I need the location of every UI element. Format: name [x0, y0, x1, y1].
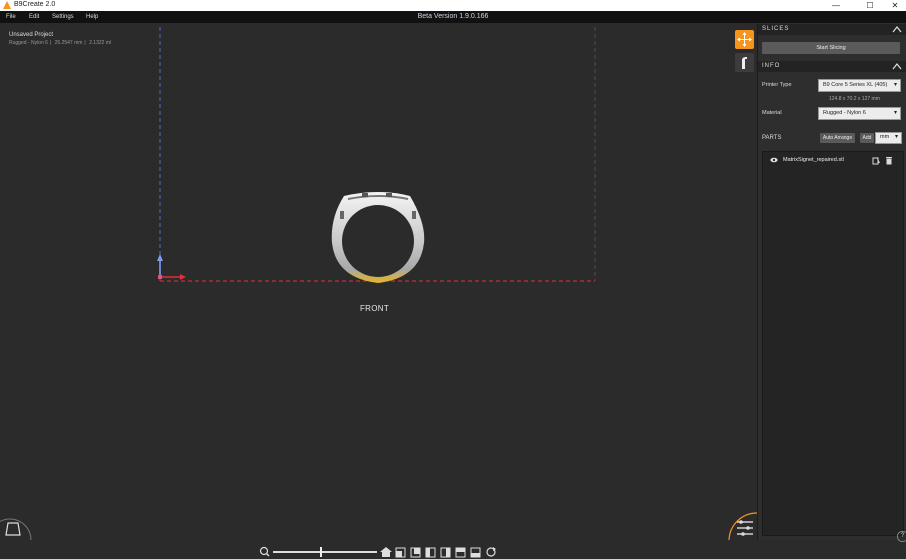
chevron-up-icon	[892, 63, 902, 70]
printer-type-select[interactable]: B9 Core 5 Series XL (405) ▾	[818, 79, 901, 92]
list-item[interactable]: MatrixSignet_repaired.stl	[763, 155, 903, 166]
axis-origin	[158, 275, 162, 279]
window-titlebar: B9Create 2.0 — ☐ ✕	[0, 0, 906, 11]
add-button[interactable]: Add	[860, 133, 874, 143]
help-icon[interactable]: ?	[897, 531, 906, 542]
right-view-icon[interactable]	[440, 547, 451, 558]
axis-x-arrow	[180, 274, 186, 280]
dropdown-arrow-icon: ▾	[894, 134, 898, 140]
dropdown-arrow-icon: ▾	[893, 82, 897, 88]
window-title: B9Create 2.0	[14, 1, 56, 8]
info-title: INFO	[762, 63, 781, 69]
sliders-icon[interactable]	[723, 509, 757, 540]
minimize-button[interactable]: —	[825, 0, 847, 11]
zoom-slider-track	[273, 551, 377, 553]
home-view-icon[interactable]	[380, 547, 392, 557]
printer-type-label: Printer Type	[762, 82, 792, 88]
build-volume-graphics	[157, 27, 596, 283]
left-view-icon[interactable]	[425, 547, 436, 558]
move-tool-button[interactable]	[735, 30, 754, 49]
front-view-icon[interactable]	[395, 547, 406, 558]
menu-bar: File Edit Settings Help Beta Version 1.9…	[0, 11, 906, 23]
part-name: MatrixSignet_repaired.stl	[783, 157, 844, 163]
bottom-view-icon[interactable]	[470, 547, 481, 558]
axis-z-arrow	[157, 254, 163, 261]
duplicate-icon[interactable]	[872, 156, 881, 165]
dropdown-arrow-icon: ▾	[893, 110, 897, 116]
maximize-button[interactable]: ☐	[859, 0, 881, 11]
move-icon	[737, 32, 752, 47]
close-button[interactable]: ✕	[884, 0, 906, 11]
auto-arrange-button[interactable]: Auto Arrange	[820, 133, 855, 143]
printer-type-value: B9 Core 5 Series XL (405)	[823, 82, 888, 88]
support-tool-button[interactable]	[735, 53, 754, 72]
unit-select[interactable]: mm ▾	[875, 132, 902, 144]
chevron-up-icon	[892, 26, 902, 33]
ring-model	[331, 192, 425, 283]
3d-viewport[interactable]: Unsaved Project Rugged - Nylon 6 | 25.254…	[0, 23, 757, 558]
info-header[interactable]: INFO	[758, 61, 906, 72]
unit-value: mm	[880, 134, 890, 140]
top-view-icon[interactable]	[455, 547, 466, 558]
app-logo-icon	[3, 1, 11, 9]
support-icon	[742, 57, 747, 69]
view-label: FRONT	[360, 304, 390, 313]
material-select[interactable]: Rugged - Nylon 6 ▾	[818, 107, 901, 120]
version-label: Beta Version 1.9.0.166	[417, 13, 489, 20]
eye-icon[interactable]	[770, 157, 778, 163]
material-value: Rugged - Nylon 6	[823, 110, 866, 116]
parts-list: MatrixSignet_repaired.stl	[762, 151, 904, 536]
trash-icon[interactable]	[885, 156, 893, 165]
printer-dimensions: 124.8 x 70.2 x 127 mm	[829, 96, 880, 102]
back-view-icon[interactable]	[410, 547, 421, 558]
zoom-slider-thumb	[320, 547, 322, 557]
zoom-icon[interactable]	[259, 546, 270, 557]
printer-icon[interactable]	[0, 509, 32, 540]
view-toolbar	[258, 545, 498, 559]
start-slicing-button[interactable]: Start Slicing	[762, 42, 900, 54]
side-panel: SLICES Start Slicing INFO Printer Type B…	[757, 23, 906, 542]
iso-view-icon[interactable]	[486, 547, 496, 557]
slices-title: SLICES	[762, 26, 790, 32]
parts-title: PARTS	[762, 135, 782, 141]
slices-header[interactable]: SLICES	[758, 24, 906, 35]
material-label: Material	[762, 110, 782, 116]
